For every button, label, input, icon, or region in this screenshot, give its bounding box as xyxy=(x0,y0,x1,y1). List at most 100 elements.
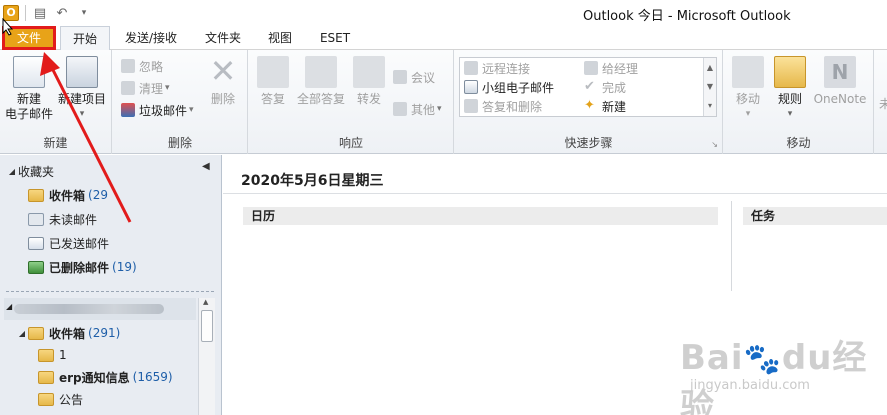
tasks-section-header[interactable]: 任务 xyxy=(743,207,887,225)
ribbon-tabs: 文件 开始 发送/接收 文件夹 视图 ESET xyxy=(0,26,887,51)
scroll-up-icon[interactable]: ▲ xyxy=(203,298,208,306)
onenote-icon: N xyxy=(824,56,856,88)
group-label-quick-steps: 快速步骤 xyxy=(564,136,613,150)
nav-divider xyxy=(6,291,214,292)
group-respond: 答复 全部答复 转发 会议 其他 响应 xyxy=(249,50,454,154)
nav-scroll-thumb[interactable] xyxy=(201,310,213,342)
favorites-header[interactable]: ◢ 收藏夹 xyxy=(6,160,54,182)
inbox-folder-icon xyxy=(28,188,44,202)
new-email-button[interactable]: 新建 电子邮件 xyxy=(4,56,54,122)
header-divider xyxy=(223,193,887,194)
nav-scrollbar[interactable]: ▲ xyxy=(198,298,215,415)
quick-step-reply-delete[interactable]: 答复和删除 xyxy=(464,97,542,115)
quick-step-team-email[interactable]: 小组电子邮件 xyxy=(464,78,554,96)
watermark-logo: Bai🐾du经验 xyxy=(680,338,868,415)
favorite-unread[interactable]: 未读邮件 xyxy=(28,208,97,230)
account-inbox[interactable]: ◢ 收件箱 (291) xyxy=(16,322,120,344)
folder-item[interactable]: erp通知信息 (1659) xyxy=(38,366,173,388)
send-receive-icon[interactable]: ▤ xyxy=(32,5,48,21)
new-email-icon xyxy=(13,56,45,88)
delete-button[interactable]: ✕ 删除 xyxy=(205,52,241,107)
customize-toolbar-icon[interactable]: ▾ xyxy=(76,5,92,21)
favorite-inbox[interactable]: 收件箱 (29 xyxy=(28,184,108,206)
group-label-respond: 响应 xyxy=(338,136,363,150)
account-name-redacted xyxy=(14,304,164,314)
new-items-button[interactable]: 新建项目 ▾ xyxy=(56,56,108,122)
column-divider xyxy=(731,201,732,291)
qat-separator xyxy=(25,5,26,21)
quick-steps-launcher-icon[interactable]: ↘ xyxy=(711,140,718,149)
calendar-section-header[interactable]: 日历 xyxy=(243,207,718,225)
folder-icon xyxy=(38,348,54,362)
rules-icon xyxy=(774,56,806,88)
expand-triangle-icon: ◢ xyxy=(6,302,13,311)
reply-icon xyxy=(257,56,289,88)
tab-view[interactable]: 视图 xyxy=(260,26,300,50)
delete-x-icon: ✕ xyxy=(209,52,237,90)
ignore-button[interactable]: 忽略 xyxy=(121,57,163,75)
collapse-pane-icon[interactable]: ◀ xyxy=(202,161,210,172)
account-header[interactable]: ◢ xyxy=(4,298,196,320)
more-respond-button[interactable]: 其他 xyxy=(393,100,442,118)
trash-icon xyxy=(28,260,44,274)
new-quick-step-icon: ✦ xyxy=(584,98,595,113)
group-label-new: 新建 xyxy=(43,136,68,150)
undo-icon[interactable]: ↶ xyxy=(54,5,70,21)
tab-send-receive[interactable]: 发送/接收 xyxy=(116,26,186,50)
quick-step-remote[interactable]: 远程连接 xyxy=(464,59,530,77)
quick-step-manager[interactable]: 给经理 xyxy=(584,59,638,77)
quick-step-done[interactable]: ✔ 完成 xyxy=(584,78,626,96)
folder-item[interactable]: 公告 xyxy=(38,388,83,410)
watermark-url: jingyan.baidu.com xyxy=(690,378,810,393)
favorite-deleted[interactable]: 已删除邮件 (19) xyxy=(28,256,137,278)
junk-button[interactable]: 垃圾邮件 xyxy=(121,101,194,119)
folder-icon xyxy=(38,392,54,406)
meeting-icon xyxy=(393,70,407,84)
tab-folder[interactable]: 文件夹 xyxy=(196,26,250,50)
quick-steps-scroll[interactable]: ▲ ▼ ▾ xyxy=(703,58,716,116)
new-items-icon xyxy=(66,56,98,88)
favorite-sent[interactable]: 已发送邮件 xyxy=(28,232,109,254)
rules-button[interactable]: 规则 ▾ xyxy=(772,56,808,122)
cleanup-button[interactable]: 清理 xyxy=(121,79,170,97)
reply-button[interactable]: 答复 xyxy=(255,56,291,107)
tab-home[interactable]: 开始 xyxy=(60,26,110,51)
today-date: 2020年5月6日星期三 xyxy=(241,173,384,189)
expand-triangle-icon: ◢ xyxy=(18,328,26,338)
junk-icon xyxy=(121,103,135,117)
sent-folder-icon xyxy=(28,236,44,250)
team-email-icon xyxy=(464,80,478,94)
quick-access-toolbar: O ▤ ↶ ▾ xyxy=(0,2,98,24)
forward-button[interactable]: 转发 xyxy=(351,56,387,107)
remote-connect-icon xyxy=(464,61,478,75)
folder-icon xyxy=(38,370,54,384)
mouse-cursor-icon xyxy=(2,18,14,36)
quick-step-new[interactable]: ✦ 新建 xyxy=(584,97,626,115)
meeting-button[interactable]: 会议 xyxy=(393,68,435,86)
group-move: 移动 ▾ 规则 ▾ N OneNote 移动 xyxy=(724,50,874,154)
inbox-folder-icon xyxy=(28,326,44,340)
folder-item[interactable]: 1 xyxy=(38,344,67,366)
cleanup-icon xyxy=(121,81,135,95)
reply-all-icon xyxy=(305,56,337,88)
ignore-icon xyxy=(121,59,135,73)
onenote-button[interactable]: N OneNote xyxy=(812,56,868,107)
ribbon-overflow-label: 未 xyxy=(879,97,887,111)
check-icon: ✔ xyxy=(584,79,595,94)
ribbon: 新建 电子邮件 新建项目 ▾ 新建 忽略 清理 垃圾邮件 ✕ 删除 删除 xyxy=(0,50,887,154)
move-icon xyxy=(732,56,764,88)
move-button[interactable]: 移动 ▾ xyxy=(730,56,766,122)
to-manager-icon xyxy=(584,61,598,75)
tab-eset[interactable]: ESET xyxy=(310,26,360,50)
group-new: 新建 电子邮件 新建项目 ▾ 新建 xyxy=(0,50,112,154)
search-folder-icon xyxy=(28,212,44,226)
group-label-delete: 删除 xyxy=(167,136,192,150)
expand-triangle-icon: ◢ xyxy=(8,166,16,176)
reply-all-button[interactable]: 全部答复 xyxy=(295,56,347,107)
reply-delete-icon xyxy=(464,99,478,113)
quick-steps-gallery: 远程连接 给经理 小组电子邮件 ✔ 完成 答复和删除 ✦ 新建 ▲ ▼ ▾ xyxy=(459,57,717,117)
forward-icon xyxy=(353,56,385,88)
more-respond-icon xyxy=(393,102,407,116)
group-delete: 忽略 清理 垃圾邮件 ✕ 删除 删除 xyxy=(113,50,248,154)
window-title: Outlook 今日 - Microsoft Outlook xyxy=(583,9,791,24)
